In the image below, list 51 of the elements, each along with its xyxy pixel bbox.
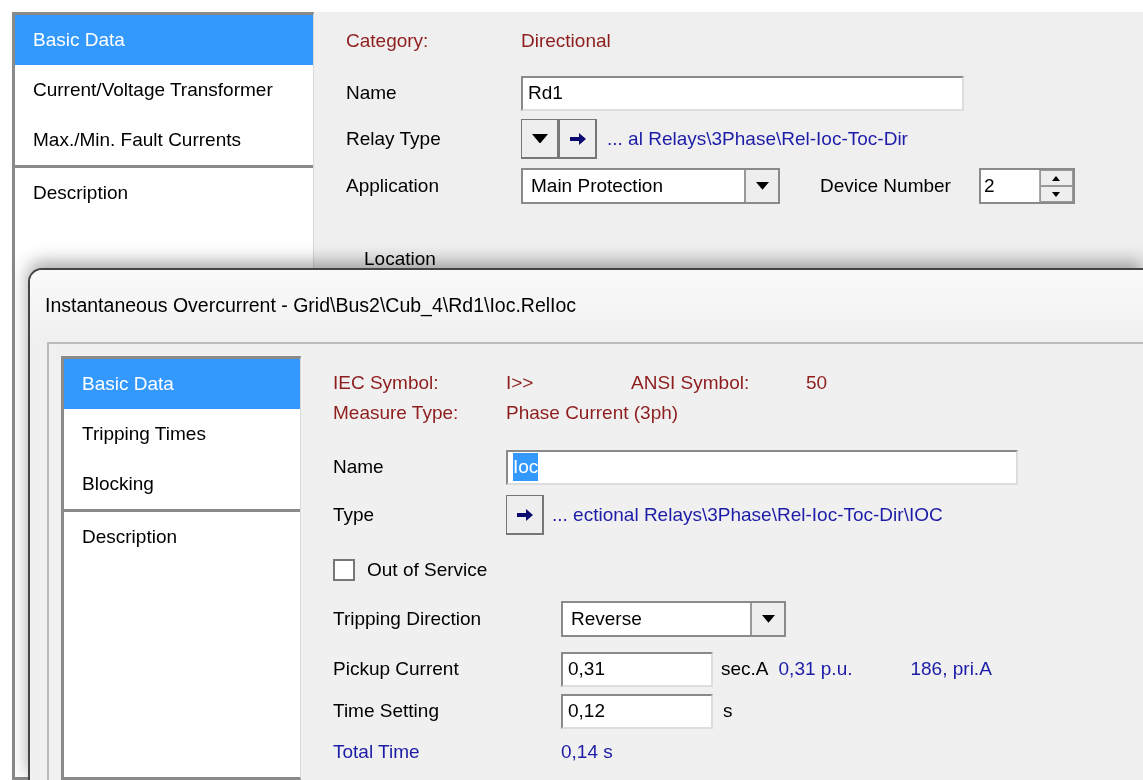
- arrow-button[interactable]: [506, 495, 544, 535]
- group-label: Location: [363, 246, 436, 271]
- dropdown-button[interactable]: [521, 119, 559, 159]
- field-value: 0,31 p.u.: [778, 656, 853, 681]
- field-value: Directional: [521, 28, 611, 53]
- number-spinner[interactable]: 2: [978, 168, 1075, 204]
- tab[interactable]: Description: [15, 168, 313, 218]
- field-label: Type: [333, 502, 376, 527]
- field-value: 186, pri.A: [910, 656, 992, 681]
- field-value: 50: [806, 370, 828, 395]
- spin-down-icon[interactable]: [1039, 186, 1073, 202]
- tab[interactable]: Max./Min. Fault Currents: [15, 115, 313, 165]
- field-label: Name: [346, 80, 398, 105]
- unit-label: s: [723, 698, 733, 723]
- field-value: 0,14 s: [561, 739, 613, 764]
- field-value: Phase Current (3ph): [506, 400, 679, 425]
- window-title: Instantaneous Overcurrent - Grid\Bus2\Cub_4\Rd1\Ioc.RelIoc: [45, 293, 577, 319]
- text-field[interactable]: 0,12: [561, 693, 713, 729]
- dropdown-arrow-icon: [755, 182, 769, 190]
- tab[interactable]: Tripping Times: [64, 409, 300, 459]
- type-path-link[interactable]: ... al Relays\3Phase\Rel-Ioc-Toc-Dir: [607, 124, 908, 154]
- field-label: IEC Symbol:: [333, 370, 440, 395]
- text-field[interactable]: 0,31: [561, 651, 713, 687]
- tab[interactable]: Blocking: [64, 459, 300, 509]
- dropdown[interactable]: Reverse: [561, 601, 786, 637]
- type-path-link[interactable]: ... ectional Relays\3Phase\Rel-Ioc-Toc-Dir\IOC: [552, 500, 943, 530]
- arrow-right-icon: [515, 507, 534, 522]
- arrow-right-icon: [568, 131, 587, 146]
- dropdown[interactable]: Main Protection: [521, 168, 780, 204]
- field-label: Measure Type:: [333, 400, 460, 425]
- spin-up-icon[interactable]: [1039, 170, 1073, 186]
- tab[interactable]: Current/Voltage Transformer: [15, 65, 313, 115]
- field-label: Time Setting: [333, 698, 440, 723]
- checkbox[interactable]: [333, 559, 355, 581]
- field-label: Device Number: [820, 173, 951, 198]
- field-label: Total Time: [333, 739, 421, 764]
- tab[interactable]: Description: [64, 512, 300, 562]
- dropdown-arrow-icon: [531, 133, 548, 144]
- dropdown-arrow-icon: [761, 615, 775, 623]
- unit-label: sec.A: [721, 656, 769, 681]
- field-value: I>>: [506, 370, 535, 395]
- field-label: Tripping Direction: [333, 606, 483, 631]
- field-label: Name: [333, 454, 385, 479]
- text-field[interactable]: Rd1: [521, 75, 964, 111]
- field-label: Application: [346, 173, 440, 198]
- field-label: ANSI Symbol:: [631, 370, 751, 395]
- arrow-button[interactable]: [559, 119, 597, 159]
- field-label: Category:: [346, 28, 430, 53]
- field-label: Pickup Current: [333, 656, 460, 681]
- field-label: Out of Service: [367, 557, 488, 582]
- field-label: Relay Type: [346, 126, 442, 151]
